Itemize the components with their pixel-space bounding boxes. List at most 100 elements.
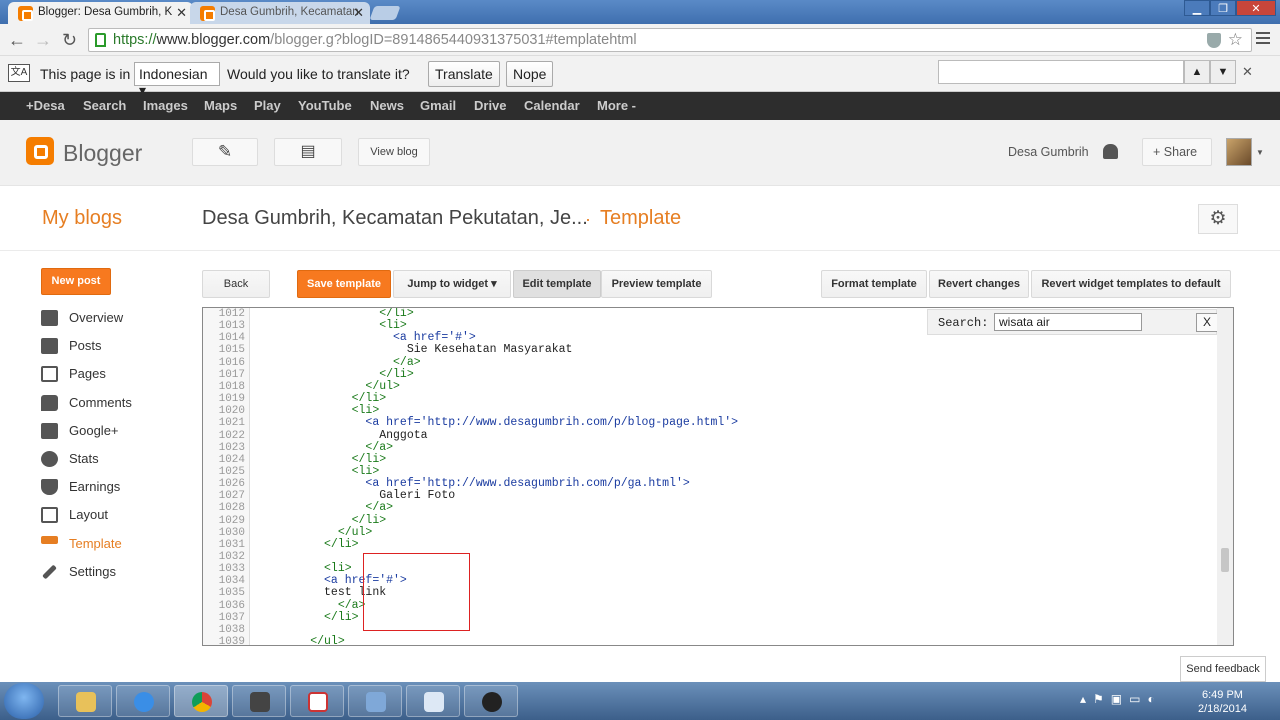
url-text: https://www.blogger.com/blogger.g?blogID… <box>113 32 637 48</box>
sidebar-item-posts[interactable]: Posts <box>40 336 132 364</box>
back-button[interactable]: Back <box>202 270 270 298</box>
close-window-icon[interactable]: ✕ <box>1236 0 1276 16</box>
sidebar-item-template[interactable]: Template <box>40 534 132 562</box>
template-code-editor[interactable]: 1012 1013 1014 1015 1016 1017 1018 1019 1020 1021… <box>202 307 1234 646</box>
my-blogs-link[interactable]: My blogs <box>42 207 122 230</box>
chrome-taskbar-icon[interactable] <box>174 685 228 717</box>
close-find-icon[interactable]: ✕ <box>1242 64 1253 80</box>
avatar[interactable] <box>1226 138 1252 166</box>
code-line[interactable]: </a> <box>255 356 421 369</box>
line-number: 1033 <box>218 563 245 576</box>
preview-template-button[interactable]: Preview template <box>601 270 712 298</box>
sidebar-item-pages[interactable]: Pages <box>40 364 132 392</box>
gbar-item[interactable]: Gmail <box>420 98 456 113</box>
reload-icon[interactable]: ↻ <box>62 30 77 51</box>
obs-taskbar-icon[interactable] <box>464 685 518 717</box>
sidebar-item-overview[interactable]: Overview <box>40 308 132 336</box>
close-tab-icon[interactable]: ✕ <box>176 5 187 21</box>
app-taskbar-icon[interactable] <box>290 685 344 717</box>
blogger-logo-icon[interactable] <box>26 137 54 165</box>
tab-desa-gumbrih[interactable]: Desa Gumbrih, Kecamatan ✕ <box>190 2 370 24</box>
gbar-item-more[interactable]: More - <box>597 98 636 113</box>
new-tab-button[interactable] <box>369 6 401 20</box>
code-line[interactable]: </a> <box>255 502 393 514</box>
share-button[interactable]: + Share <box>1142 138 1212 166</box>
code-line[interactable]: </a> <box>255 599 366 612</box>
notepad-taskbar-icon[interactable] <box>406 685 460 717</box>
code-line[interactable]: </ul> <box>255 636 345 645</box>
sidebar-item-layout[interactable]: Layout <box>40 505 132 533</box>
tab-blogger[interactable]: Blogger: Desa Gumbrih, K ✕ <box>8 2 193 24</box>
sidebar-item-label: Stats <box>69 450 99 466</box>
chevron-down-icon[interactable]: ▼ <box>1256 148 1264 157</box>
code-line[interactable]: </li> <box>255 453 387 466</box>
gear-icon[interactable]: ⚙ <box>1198 204 1238 234</box>
user-name[interactable]: Desa Gumbrih <box>1008 145 1089 159</box>
posts-icon: ▤ <box>300 143 316 160</box>
gbar-item[interactable]: Search <box>83 98 126 113</box>
sidebar-item-comments[interactable]: Comments <box>40 393 132 421</box>
nope-button[interactable]: Nope <box>506 61 554 87</box>
gbar-item[interactable]: News <box>370 98 404 113</box>
ie-taskbar-icon[interactable] <box>116 685 170 717</box>
view-blog-button[interactable]: View blog <box>358 138 430 166</box>
code-line[interactable]: </li> <box>255 368 414 381</box>
code-line[interactable]: </li> <box>255 611 359 624</box>
gbar-item[interactable]: YouTube <box>298 98 352 113</box>
code-line[interactable]: <a href='http://www.desagumbrih.com/p/bl… <box>255 417 738 429</box>
close-tab-icon[interactable]: ✕ <box>353 5 364 21</box>
control-panel-taskbar-icon[interactable] <box>348 685 402 717</box>
new-post-pencil-button[interactable]: ✎ <box>192 138 258 166</box>
search-input[interactable]: wisata air <box>994 313 1142 331</box>
send-feedback-button[interactable]: Send feedback <box>1180 656 1266 682</box>
editor-scrollbar[interactable] <box>1217 308 1233 645</box>
url-field[interactable]: https://www.blogger.com/blogger.g?blogID… <box>88 28 1252 52</box>
windows-start-icon[interactable] <box>4 683 44 719</box>
edit-template-button[interactable]: Edit template <box>513 270 601 298</box>
code-line[interactable]: </a> <box>255 441 393 454</box>
code-line[interactable]: </li> <box>255 514 387 527</box>
code-line[interactable]: </li> <box>255 538 359 551</box>
sidebar-item-google-plus[interactable]: Google+ <box>40 421 132 449</box>
gbar-item[interactable]: Play <box>254 98 281 113</box>
gbar-item[interactable]: Calendar <box>524 98 580 113</box>
language-select[interactable]: Indonesian ▾ <box>134 62 220 98</box>
new-post-button[interactable]: New post <box>41 268 111 295</box>
blogger-brand[interactable]: Blogger <box>63 140 142 167</box>
translate-button[interactable]: Translate <box>428 61 500 87</box>
gbar-item[interactable]: +Desa <box>26 98 65 113</box>
code-line[interactable]: </ul> <box>255 526 373 539</box>
close-search-button[interactable]: X <box>1196 313 1218 332</box>
find-next-icon[interactable]: ▼ <box>1210 60 1236 84</box>
find-prev-icon[interactable]: ▲ <box>1184 60 1210 84</box>
restore-icon[interactable]: ❐ <box>1210 0 1236 16</box>
sidebar-item-earnings[interactable]: Earnings <box>40 477 132 505</box>
revert-changes-button[interactable]: Revert changes <box>929 270 1029 298</box>
forward-arrow-icon[interactable]: → <box>34 30 52 51</box>
format-template-button[interactable]: Format template <box>821 270 927 298</box>
bookmark-star-icon[interactable]: ☆ <box>1228 30 1243 50</box>
find-input[interactable] <box>938 60 1184 84</box>
jump-to-widget-dropdown[interactable]: Jump to widget ▾ <box>393 270 511 298</box>
browser-menu-icon[interactable] <box>1256 32 1270 44</box>
sidebar-item-stats[interactable]: Stats <box>40 449 132 477</box>
gbar-item[interactable]: Images <box>143 98 188 113</box>
blog-title[interactable]: Desa Gumbrih, Kecamatan Pekutatan, Je... <box>202 207 588 230</box>
sidebar-item-settings[interactable]: Settings <box>40 562 132 590</box>
system-tray-icons[interactable]: ▴⚑▣▭◐ <box>1080 692 1162 706</box>
media-player-taskbar-icon[interactable] <box>232 685 286 717</box>
gbar-item[interactable]: Drive <box>474 98 507 113</box>
explorer-taskbar-icon[interactable] <box>58 685 112 717</box>
code-line[interactable]: Sie Kesehatan Masyarakat <box>255 344 573 356</box>
back-arrow-icon[interactable]: ← <box>8 30 26 51</box>
posts-list-button[interactable]: ▤ <box>274 138 342 166</box>
scroll-thumb[interactable] <box>1221 548 1229 572</box>
save-template-button[interactable]: Save template <box>297 270 391 298</box>
notification-bell-icon[interactable] <box>1103 144 1118 159</box>
code-line[interactable]: Anggota <box>255 429 427 442</box>
minimize-icon[interactable]: ▁ <box>1184 0 1210 16</box>
shield-icon[interactable] <box>1207 33 1221 48</box>
system-clock[interactable]: 6:49 PM 2/18/2014 <box>1198 688 1247 716</box>
gbar-item[interactable]: Maps <box>204 98 237 113</box>
revert-widget-templates-button[interactable]: Revert widget templates to default <box>1031 270 1231 298</box>
